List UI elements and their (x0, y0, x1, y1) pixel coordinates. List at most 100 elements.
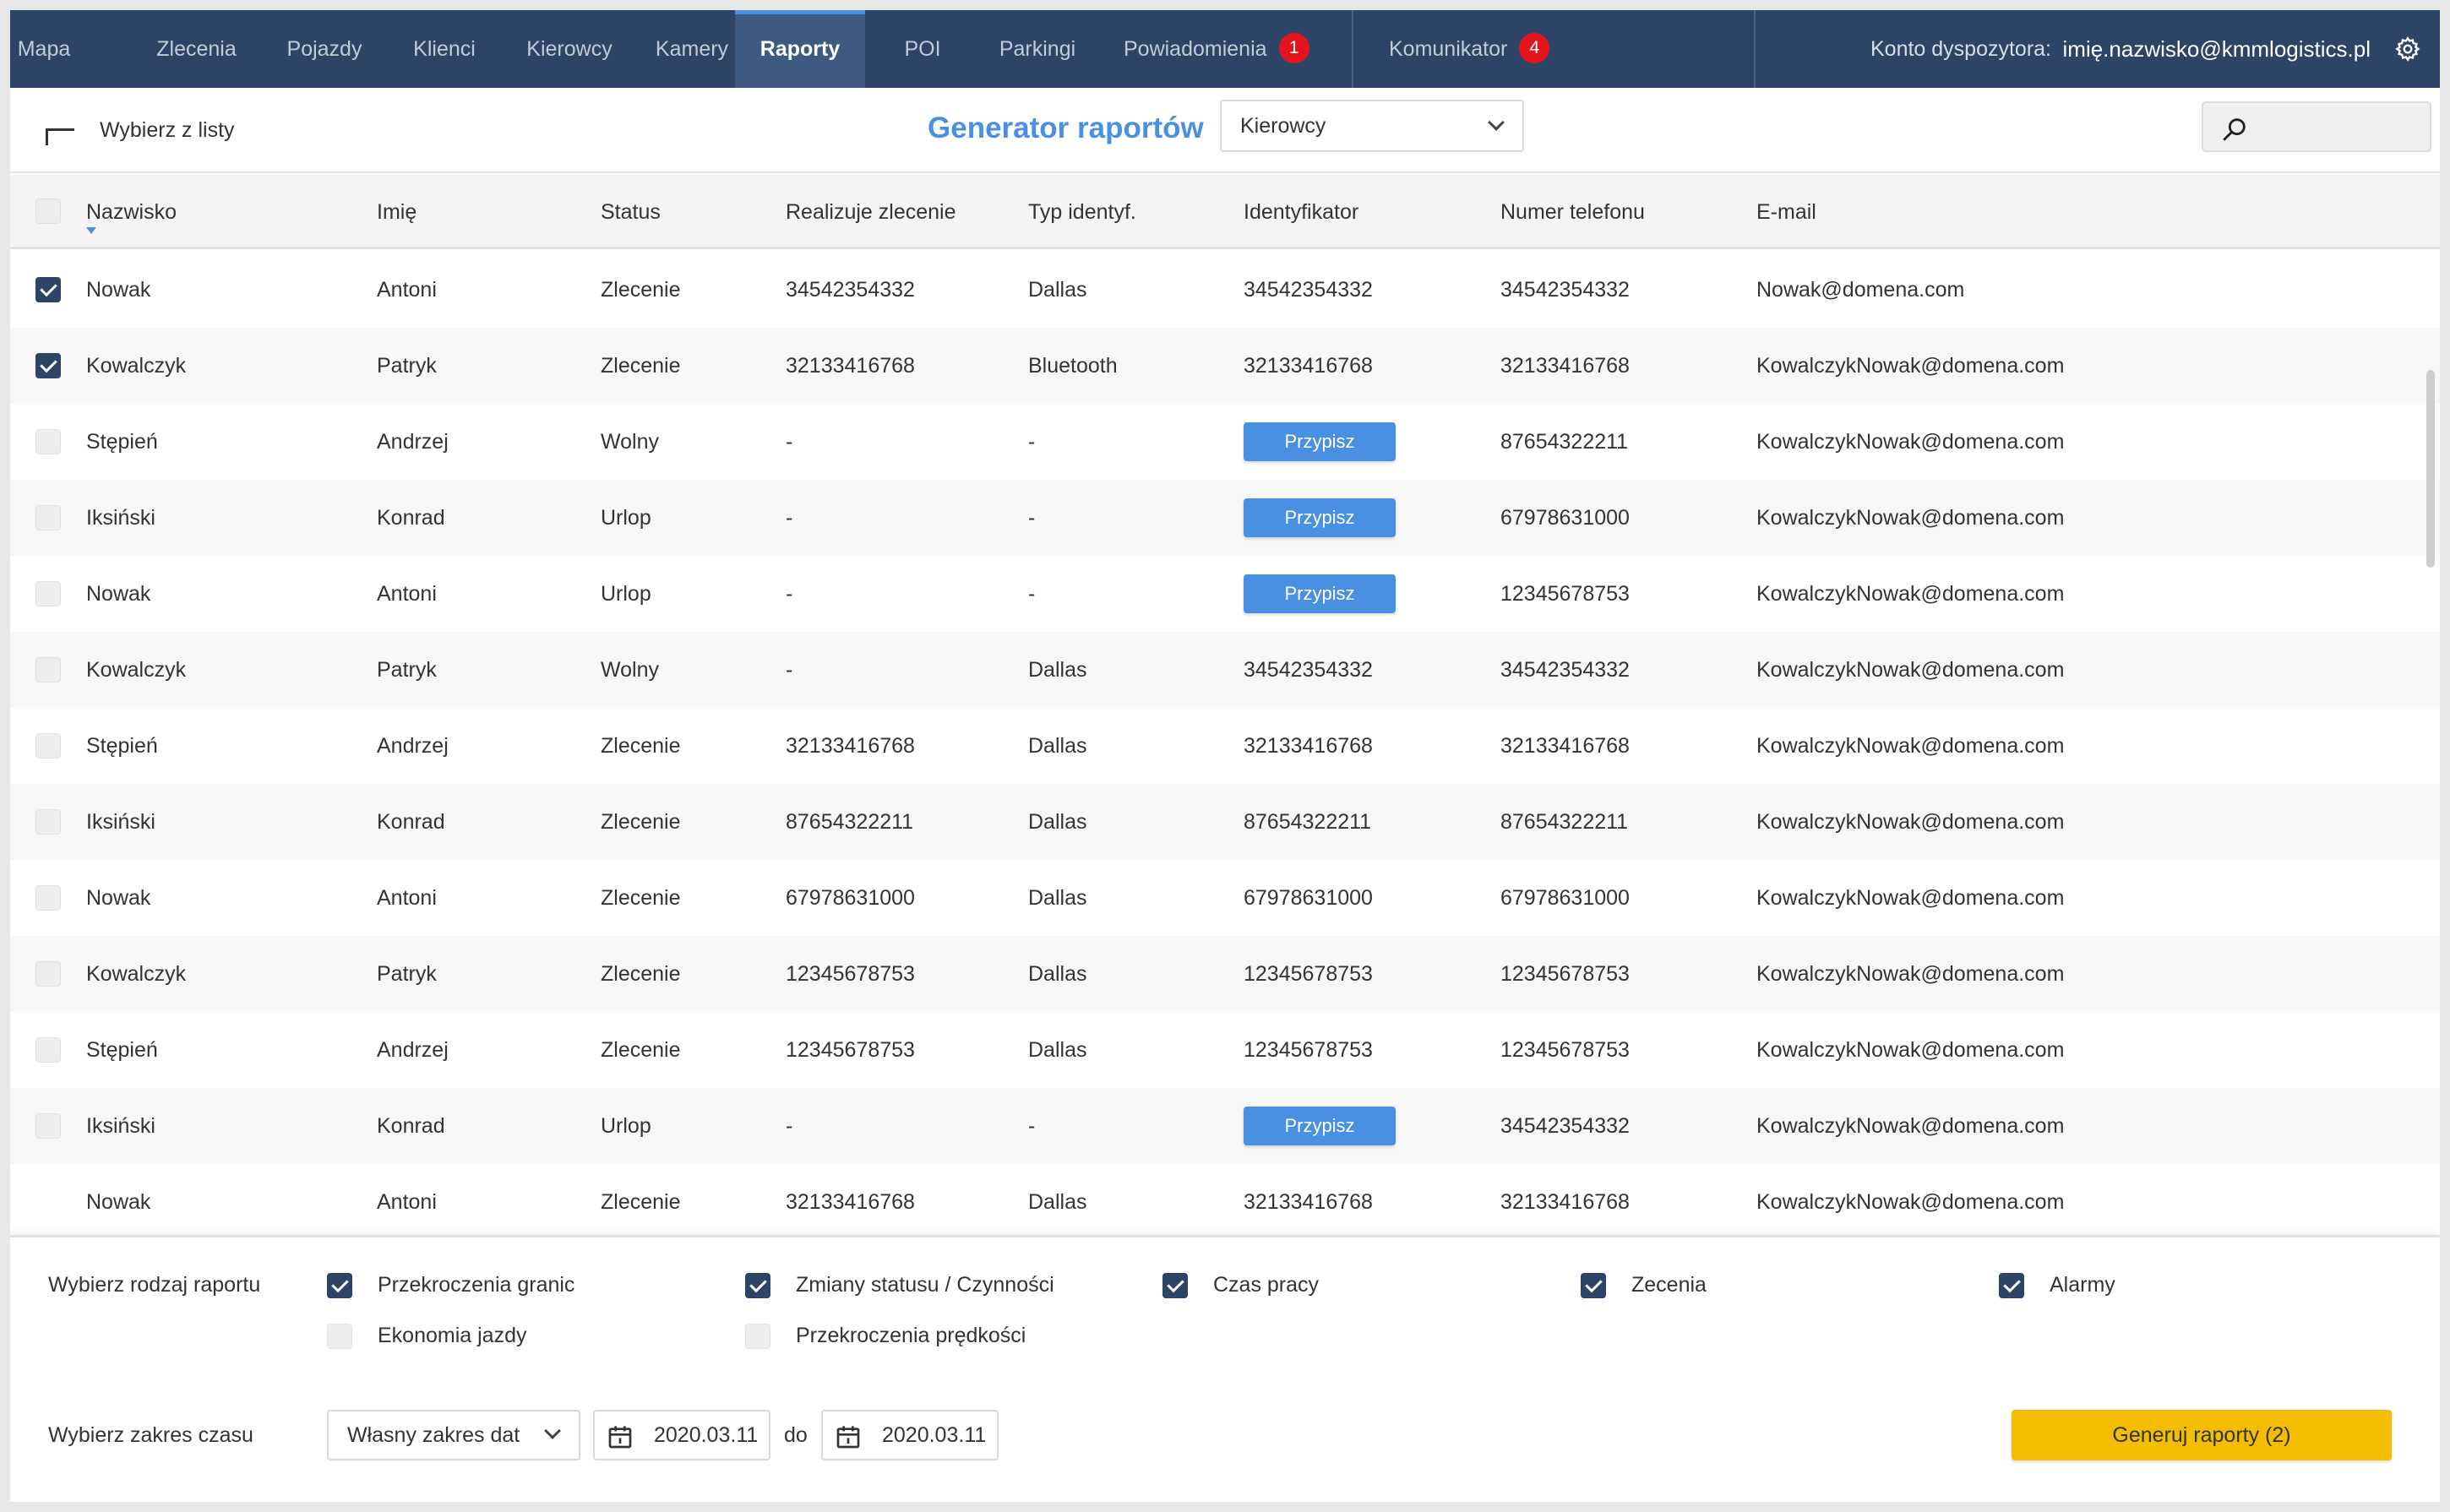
report-type-checkbox-czas-pracy[interactable] (1162, 1273, 1188, 1298)
tab-zlecenia[interactable]: Zlecenia (135, 10, 258, 88)
app-window: Mapa Zlecenia Pojazdy Klienci Kierowcy K… (10, 10, 2440, 1502)
account-email[interactable]: imię.nazwisko@kmmlogistics.pl (2063, 10, 2371, 88)
date-from-input[interactable]: 2020.03.11 (593, 1410, 770, 1460)
tab-klienci[interactable]: Klienci (389, 10, 500, 88)
top-nav: Mapa Zlecenia Pojazdy Klienci Kierowcy K… (10, 10, 2440, 88)
column-header-imie[interactable]: Imię (377, 175, 416, 249)
report-type-checkbox-przekroczenia-granic[interactable] (327, 1273, 352, 1298)
account-label: Konto dyspozytora: (1870, 37, 2051, 61)
table-scrollbar[interactable] (2426, 370, 2435, 568)
table-row[interactable]: Kowalczyk Patryk Wolny - Dallas 34542354332 34… (10, 632, 2440, 708)
table-row[interactable]: Stępień Andrzej Wolny - - Przypisz 87654322211… (10, 404, 2440, 480)
column-header-realizuje-zlecenie[interactable]: Realizuje zlecenie (786, 175, 956, 249)
row-checkbox[interactable] (35, 657, 61, 683)
cell-status: Zlecenie (601, 886, 681, 910)
column-header-identyfikator[interactable]: Identyfikator (1244, 175, 1358, 249)
report-type-checkbox-zmiany-statusu[interactable] (745, 1273, 770, 1298)
table-row[interactable]: Iksiński Konrad Urlop - - Przypisz 34542354332… (10, 1088, 2440, 1164)
search-input[interactable] (2202, 101, 2431, 152)
row-checkbox[interactable] (35, 429, 61, 454)
cell-email: KowalczykNowak@domena.com (1756, 734, 2065, 758)
cell-numer-telefonu: 67978631000 (1500, 506, 1630, 530)
cell-numer-telefonu: 87654322211 (1500, 810, 1629, 834)
cell-imie: Antoni (377, 582, 437, 606)
cell-numer-telefonu: 12345678753 (1500, 1038, 1630, 1062)
cell-imie: Antoni (377, 1190, 437, 1214)
row-checkbox[interactable] (35, 1037, 61, 1063)
report-type-label-czas-pracy[interactable]: Czas pracy (1213, 1268, 1319, 1302)
cell-email: KowalczykNowak@domena.com (1756, 886, 2065, 910)
row-checkbox[interactable] (35, 1113, 61, 1139)
cell-status: Zlecenie (601, 354, 681, 378)
row-checkbox[interactable] (35, 885, 61, 911)
sort-desc-icon[interactable] (86, 227, 96, 234)
table-row[interactable]: Iksiński Konrad Urlop - - Przypisz 67978631000… (10, 480, 2440, 556)
table-row[interactable]: Nowak Antoni Urlop - - Przypisz 12345678753 Kow… (10, 556, 2440, 632)
row-checkbox[interactable] (35, 505, 61, 530)
report-type-checkbox-ekonomia-jazdy[interactable] (327, 1324, 352, 1349)
entity-select[interactable]: Kierowcy (1220, 100, 1524, 152)
assign-button[interactable]: Przypisz (1244, 574, 1396, 613)
table-row[interactable]: Kowalczyk Patryk Zlecenie 12345678753 Dallas… (10, 936, 2440, 1012)
search-icon (2223, 118, 2246, 141)
assign-button[interactable]: Przypisz (1244, 498, 1396, 537)
cell-imie: Andrzej (377, 1038, 449, 1062)
report-type-label-ekonomia-jazdy[interactable]: Ekonomia jazdy (378, 1319, 526, 1352)
table-row[interactable]: Kowalczyk Patryk Zlecenie 32133416768 Blueto… (10, 328, 2440, 404)
tab-powiadomienia[interactable]: Powiadomienia 1 (1124, 10, 1326, 88)
table-row[interactable]: Stępień Andrzej Zlecenie 12345678753 Dallas 1… (10, 1012, 2440, 1088)
tab-mapa[interactable]: Mapa (10, 10, 78, 88)
row-checkbox[interactable] (35, 961, 61, 987)
cell-typ-identyf: Dallas (1028, 1190, 1087, 1214)
cell-nazwisko: Kowalczyk (86, 962, 187, 986)
select-corner-icon[interactable] (46, 128, 74, 145)
column-header-email[interactable]: E-mail (1756, 175, 1816, 249)
date-to-input[interactable]: 2020.03.11 (821, 1410, 999, 1460)
cell-identyfikator: 87654322211 (1244, 810, 1372, 834)
tab-pojazdy[interactable]: Pojazdy (260, 10, 389, 88)
row-checkbox[interactable] (35, 353, 61, 378)
tab-label: Kierowcy (526, 37, 612, 61)
select-all-checkbox[interactable] (35, 199, 61, 224)
table-row[interactable]: Nowak Antoni Zlecenie 67978631000 Dallas 6797… (10, 860, 2440, 936)
tab-kierowcy[interactable]: Kierowcy (500, 10, 639, 88)
tab-poi[interactable]: POI (865, 10, 980, 88)
table-row[interactable]: Stępień Andrzej Zlecenie 32133416768 Dallas 3… (10, 708, 2440, 784)
time-range-label: Wybierz zakres czasu (48, 1423, 253, 1447)
cell-identyfikator: 32133416768 (1244, 1190, 1373, 1214)
assign-button[interactable]: Przypisz (1244, 422, 1396, 461)
tab-raporty[interactable]: Raporty (735, 10, 865, 88)
report-type-label-przekroczenia-granic[interactable]: Przekroczenia granic (378, 1268, 574, 1302)
assign-button[interactable]: Przypisz (1244, 1107, 1396, 1145)
report-type-label-zecenia[interactable]: Zecenia (1631, 1268, 1707, 1302)
column-header-status[interactable]: Status (601, 175, 661, 249)
tab-komunikator[interactable]: Komunikator 4 (1389, 10, 1575, 88)
tab-label: Kamery (655, 37, 729, 61)
table-row[interactable]: Iksiński Konrad Zlecenie 87654322211 Dallas 8… (10, 784, 2440, 860)
cell-numer-telefonu: 32133416768 (1500, 1190, 1630, 1214)
table-row[interactable]: Nowak Antoni Zlecenie 32133416768 Dallas 3213… (10, 1164, 2440, 1238)
tab-parkingi[interactable]: Parkingi (980, 10, 1095, 88)
column-header-nazwisko[interactable]: Nazwisko (86, 175, 177, 249)
row-checkbox[interactable] (35, 733, 61, 759)
gear-icon[interactable] (2394, 35, 2421, 63)
page-title: Generator raportów (928, 111, 1204, 144)
column-header-typ-identyf[interactable]: Typ identyf. (1028, 175, 1136, 249)
table-row[interactable]: Nowak Antoni Zlecenie 34542354332 Dallas 3454… (10, 252, 2440, 328)
report-type-label-zmiany-statusu[interactable]: Zmiany statusu / Czynności (796, 1268, 1054, 1302)
report-type-label-przekroczenia-predkosci[interactable]: Przekroczenia prędkości (796, 1319, 1026, 1352)
report-type-checkbox-przekroczenia-predkosci[interactable] (745, 1324, 770, 1349)
report-type-label-alarmy[interactable]: Alarmy (2050, 1268, 2115, 1302)
tab-kamery[interactable]: Kamery (639, 10, 745, 88)
cell-email: KowalczykNowak@domena.com (1756, 658, 2065, 682)
report-type-checkbox-zecenia[interactable] (1581, 1273, 1606, 1298)
row-checkbox[interactable] (35, 277, 61, 302)
column-header-numer-telefonu[interactable]: Numer telefonu (1500, 175, 1645, 249)
row-checkbox[interactable] (35, 581, 61, 606)
row-checkbox[interactable] (35, 809, 61, 835)
generate-reports-button[interactable]: Generuj raporty (2) (2012, 1410, 2392, 1460)
pick-from-list-label[interactable]: Wybierz z listy (100, 113, 235, 147)
time-range-select[interactable]: Własny zakres dat (327, 1410, 580, 1460)
report-type-checkbox-alarmy[interactable] (1999, 1273, 2024, 1298)
cell-identyfikator: 32133416768 (1244, 354, 1373, 378)
